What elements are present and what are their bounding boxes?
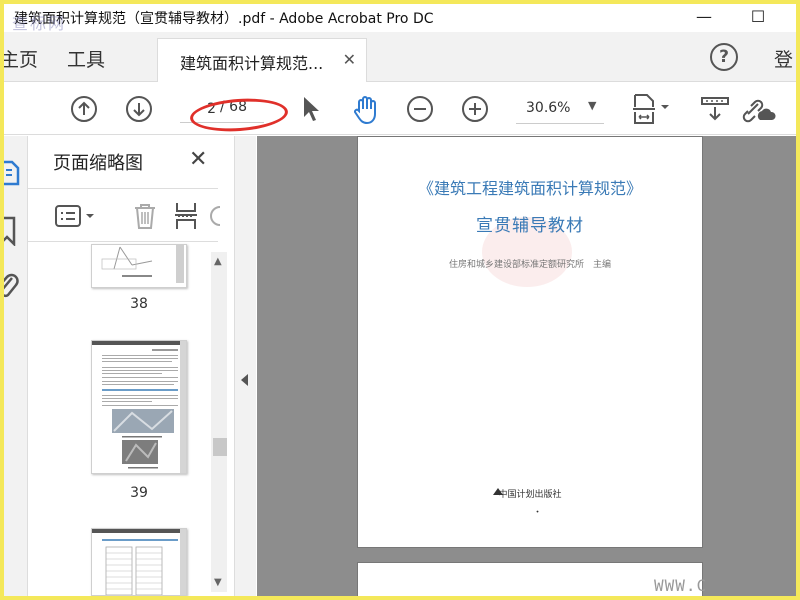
zoom-out-icon[interactable]	[406, 95, 434, 123]
help-icon[interactable]: ?	[710, 43, 738, 71]
bookmark-icon[interactable]	[4, 216, 20, 246]
site-watermark: 查标网	[12, 14, 67, 33]
close-tab-icon[interactable]: ✕	[343, 50, 356, 69]
scroll-mode-icon[interactable]	[700, 95, 730, 123]
login-link[interactable]: 登	[774, 45, 793, 72]
page-mark: ・	[533, 508, 543, 518]
page-fit-icon[interactable]	[631, 93, 675, 125]
thumbnail-page-39[interactable]	[91, 340, 187, 474]
delete-pages-icon[interactable]	[130, 201, 160, 231]
window-title: 建筑面积计算规范（宣贯辅导教材）.pdf - Adobe Acrobat Pro…	[14, 11, 434, 27]
next-page-icon[interactable]	[125, 95, 153, 123]
tab-tools[interactable]: 工具	[67, 45, 105, 72]
pdf-page: 《建筑工程建筑面积计算规范》 宣贯辅导教材 住房和城乡建设部标准定额研究所 主编…	[357, 136, 703, 548]
insert-pages-icon[interactable]	[174, 201, 200, 231]
minimize-button[interactable]: —	[684, 6, 724, 30]
document-tab-label: 建筑面积计算规范...	[180, 54, 324, 73]
hand-tool-icon[interactable]	[351, 95, 381, 125]
panel-toolbar	[28, 188, 221, 242]
scrollbar-thumb[interactable]	[213, 438, 227, 456]
rotate-page-icon[interactable]	[210, 203, 222, 229]
navigation-pane-strip	[4, 136, 28, 596]
publisher-name: 中国计划出版社	[498, 490, 562, 500]
zoom-underline	[516, 123, 604, 124]
scroll-down-icon[interactable]: ▼	[214, 577, 222, 588]
pdf-next-page	[357, 562, 703, 596]
page-thumbnails-panel: 页面缩略图 ✕ 38 39 ▲ ▼	[28, 136, 234, 596]
chevron-down-icon: ▼	[588, 99, 597, 112]
url-watermark: WWW.C	[654, 576, 708, 595]
title-bar: 建筑面积计算规范（宣贯辅导教材）.pdf - Adobe Acrobat Pro…	[4, 4, 796, 33]
document-view[interactable]: 《建筑工程建筑面积计算规范》 宣贯辅导教材 住房和城乡建设部标准定额研究所 主编…	[257, 136, 796, 596]
editor-line: 住房和城乡建设部标准定额研究所 主编	[448, 260, 611, 270]
maximize-button[interactable]: ☐	[738, 6, 778, 30]
thumbnail-page-40[interactable]	[91, 528, 187, 596]
toolbar: / 68 30.6% ▼	[4, 83, 796, 135]
pane-splitter[interactable]	[234, 136, 256, 596]
thumbnail-scrollbar[interactable]: ▲ ▼	[211, 252, 227, 592]
zoom-in-icon[interactable]	[461, 95, 489, 123]
thumbnail-39-number: 39	[130, 485, 148, 501]
zoom-value: 30.6%	[526, 100, 571, 116]
thumbnail-page-38[interactable]	[91, 244, 187, 288]
previous-page-icon[interactable]	[70, 95, 98, 123]
book-title: 《建筑工程建筑面积计算规范》	[417, 179, 642, 198]
select-cursor-icon[interactable]	[301, 95, 321, 123]
book-subtitle: 宣贯辅导教材	[476, 216, 584, 236]
close-panel-icon[interactable]: ✕	[189, 147, 207, 172]
thumbnail-38-content	[101, 245, 184, 283]
acrobat-window: 建筑面积计算规范（宣贯辅导教材）.pdf - Adobe Acrobat Pro…	[4, 4, 796, 596]
tab-home[interactable]: 主页	[4, 45, 38, 72]
tab-bar: 主页 工具 建筑面积计算规范... ✕ ? 登	[4, 32, 796, 82]
options-menu-icon[interactable]	[54, 204, 102, 228]
panel-title: 页面缩略图	[53, 153, 143, 174]
collapse-pane-icon[interactable]	[241, 374, 248, 386]
zoom-dropdown[interactable]: 30.6% ▼	[516, 96, 606, 124]
thumbnail-40-content	[92, 529, 186, 595]
page-thumbnails-icon[interactable]	[4, 158, 22, 188]
scroll-up-icon[interactable]: ▲	[214, 256, 222, 267]
attachment-icon[interactable]	[4, 272, 20, 302]
thumbnail-38-number: 38	[130, 296, 148, 312]
tab-document[interactable]: 建筑面积计算规范... ✕	[157, 38, 367, 82]
thumbnail-39-content	[92, 341, 186, 473]
share-link-icon[interactable]	[742, 94, 776, 124]
